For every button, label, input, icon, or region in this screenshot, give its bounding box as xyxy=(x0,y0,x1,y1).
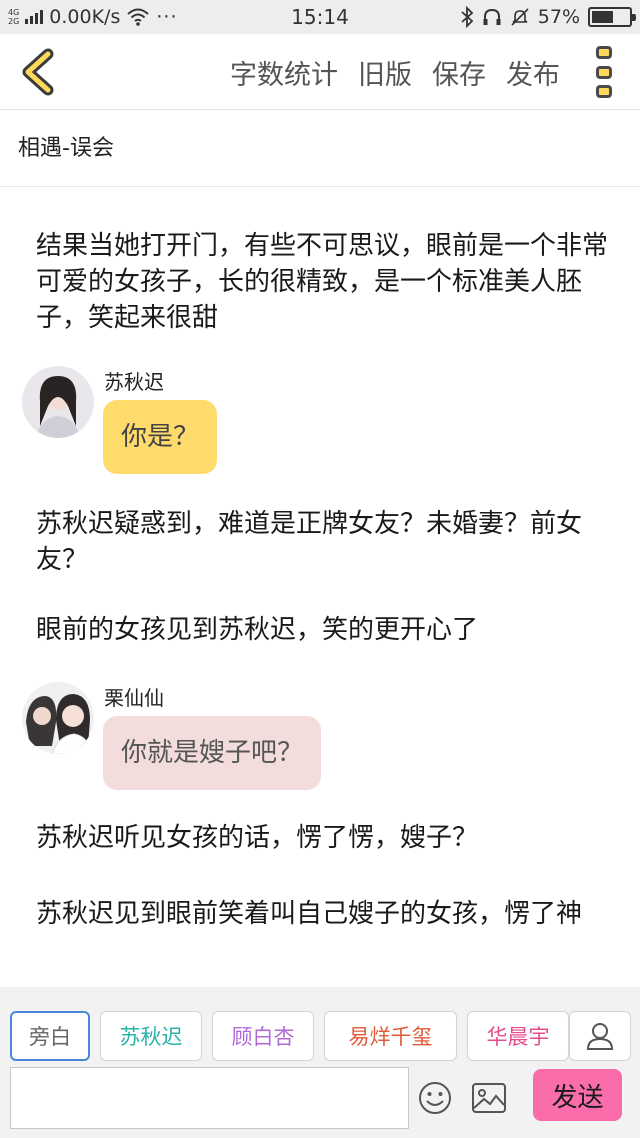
composer-panel: 旁白 苏秋迟 顾白杏 易烊千玺 华晨宇 发送 xyxy=(0,987,640,1138)
narration-paragraph: 眼前的女孩见到苏秋迟，笑的更开心了 xyxy=(36,615,479,645)
bluetooth-icon xyxy=(461,6,474,28)
send-button[interactable]: 发送 xyxy=(533,1069,622,1121)
toolbar-actions: 字数统计 旧版 保存 发布 xyxy=(230,34,560,110)
save-button[interactable]: 保存 xyxy=(432,53,486,92)
chevron-left-icon[interactable] xyxy=(14,46,66,98)
role-tab-yi-yangqianxi[interactable]: 易烊千玺 xyxy=(324,1011,457,1061)
image-icon[interactable] xyxy=(472,1083,506,1113)
role-tab-hua-chenyu[interactable]: 华晨宇 xyxy=(467,1011,569,1061)
narration-paragraph: 苏秋迟听见女孩的话，愣了愣，嫂子？ xyxy=(36,823,479,853)
publish-button[interactable]: 发布 xyxy=(506,53,560,92)
role-tab-narrator[interactable]: 旁白 xyxy=(10,1011,90,1061)
old-version-button[interactable]: 旧版 xyxy=(358,53,412,92)
battery-icon xyxy=(588,7,636,27)
avatar xyxy=(22,682,94,754)
status-right: 57% xyxy=(460,0,636,34)
word-count-button[interactable]: 字数统计 xyxy=(230,53,338,92)
narration-paragraph: 苏秋迟疑惑到，难道是正牌女友？未婚妻？前女友？ xyxy=(36,509,583,575)
message-bubble[interactable]: 你就是嫂子吧？ xyxy=(103,716,322,790)
narration-paragraph: 结果当她打开门，有些不可思议，眼前是一个非常可爱的女孩子，长的很精致，是一个标准… xyxy=(36,231,609,333)
speaker-name: 苏秋迟 xyxy=(104,370,164,394)
user-icon[interactable] xyxy=(569,1011,631,1061)
chapter-title[interactable]: 相遇-误会 xyxy=(0,111,640,187)
speaker-name: 栗仙仙 xyxy=(104,686,164,710)
message-bubble[interactable]: 你是？ xyxy=(103,400,218,474)
status-bar: 4G 2G 0.00K/s ··· 15:14 57% xyxy=(0,0,640,34)
battery-percent: 57% xyxy=(537,6,580,28)
story-content: 结果当她打开门，有些不可思议，眼前是一个非常可爱的女孩子，长的很精致，是一个标准… xyxy=(0,188,640,986)
avatar xyxy=(22,366,94,438)
vertical-dots-icon[interactable] xyxy=(596,46,614,98)
message-input[interactable] xyxy=(10,1067,409,1129)
editor-toolbar: 字数统计 旧版 保存 发布 xyxy=(0,34,640,110)
narration-paragraph: 苏秋迟见到眼前笑着叫自己嫂子的女孩，愣了神 xyxy=(36,899,583,929)
dialogue-message: 苏秋迟 你是？ xyxy=(22,366,622,476)
dialogue-message: 栗仙仙 你就是嫂子吧？ xyxy=(22,682,622,792)
role-tab-su-qiuchi[interactable]: 苏秋迟 xyxy=(100,1011,202,1061)
role-tab-gu-baixing[interactable]: 顾白杏 xyxy=(212,1011,314,1061)
battery-fill xyxy=(592,11,613,23)
role-selector: 旁白 苏秋迟 顾白杏 易烊千玺 华晨宇 xyxy=(10,1011,569,1061)
mute-bell-icon xyxy=(511,8,529,26)
headset-icon xyxy=(483,8,501,25)
smiley-icon[interactable] xyxy=(418,1081,452,1115)
